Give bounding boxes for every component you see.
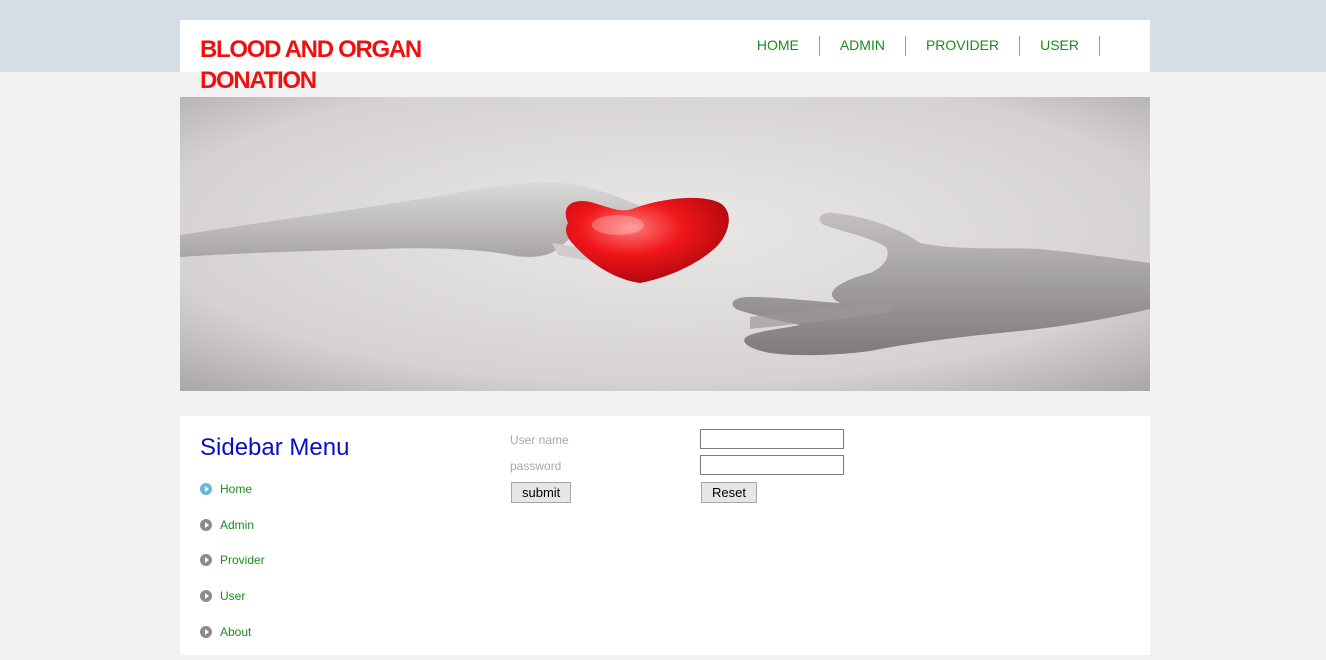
play-bullet-icon	[200, 518, 212, 531]
sidebar-item-home: Home	[200, 482, 265, 518]
sidebar-link-admin[interactable]: Admin	[220, 518, 254, 532]
nav-user[interactable]: USER	[1020, 36, 1100, 56]
play-bullet-icon	[200, 590, 212, 603]
hero-image	[180, 97, 1150, 391]
play-bullet-icon	[200, 554, 212, 567]
play-bullet-icon	[200, 483, 212, 495]
password-label: password	[510, 459, 562, 473]
submit-button[interactable]: submit	[511, 482, 572, 503]
sidebar-link-home[interactable]: Home	[220, 482, 252, 496]
reset-button[interactable]: Reset	[701, 482, 757, 503]
nav-admin[interactable]: ADMIN	[820, 36, 906, 56]
sidebar-item-provider: Provider	[200, 553, 265, 589]
content-area: Sidebar Menu Home Admin Provider User Ab…	[180, 416, 1150, 655]
sidebar-item-user: User	[200, 589, 265, 625]
sidebar-title: Sidebar Menu	[200, 434, 350, 461]
site-title: BLOOD AND ORGAN DONATION	[200, 36, 422, 94]
top-navigation: HOME ADMIN PROVIDER USER	[737, 36, 1100, 56]
nav-home[interactable]: HOME	[737, 36, 820, 56]
sidebar-link-provider[interactable]: Provider	[220, 553, 265, 567]
play-bullet-icon	[200, 625, 212, 638]
username-input[interactable]	[700, 429, 844, 449]
nav-provider[interactable]: PROVIDER	[906, 36, 1021, 56]
heart-hands-photo	[180, 97, 1150, 391]
password-input[interactable]	[700, 455, 844, 475]
header: BLOOD AND ORGAN DONATION HOME ADMIN PROV…	[180, 20, 1150, 94]
username-label: User name	[510, 433, 569, 447]
sidebar-link-user[interactable]: User	[220, 589, 245, 603]
sidebar-item-admin: Admin	[200, 518, 265, 554]
sidebar-menu: Home Admin Provider User About	[200, 482, 265, 660]
sidebar-link-about[interactable]: About	[220, 625, 251, 639]
